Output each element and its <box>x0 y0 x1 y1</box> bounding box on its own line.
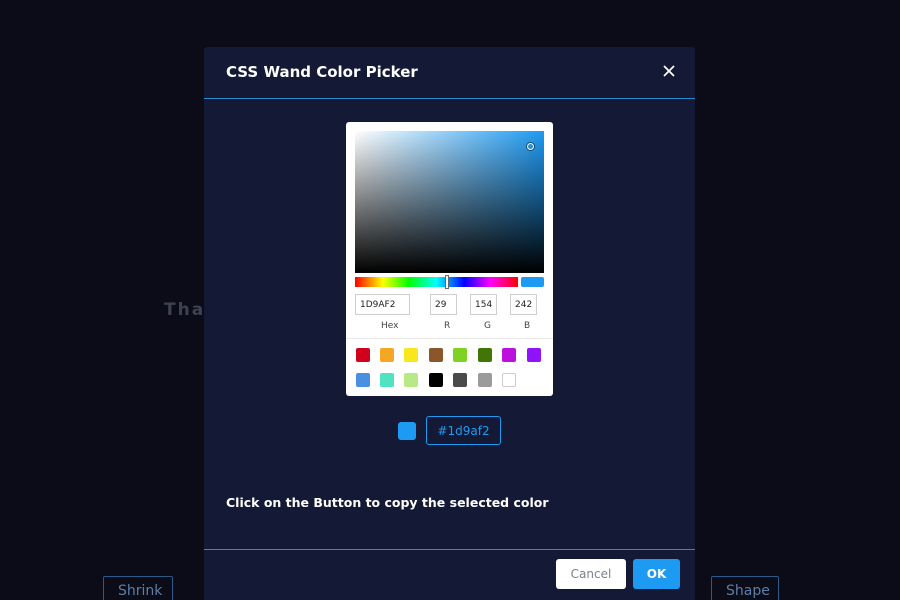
preset-swatch[interactable] <box>404 348 418 362</box>
cancel-button[interactable]: Cancel <box>556 559 626 589</box>
preset-swatch[interactable] <box>404 373 418 387</box>
modal-title: CSS Wand Color Picker <box>226 63 418 81</box>
red-input[interactable] <box>430 294 457 315</box>
preset-swatch[interactable] <box>478 348 492 362</box>
color-picker-modal: CSS Wand Color Picker Hex R G B <box>204 47 695 600</box>
hue-slider[interactable] <box>355 275 518 289</box>
ok-button[interactable]: OK <box>633 559 680 589</box>
preset-swatch[interactable] <box>527 348 541 362</box>
preset-swatch[interactable] <box>502 348 516 362</box>
red-label: R <box>444 321 451 331</box>
hue-slider-handle[interactable] <box>445 275 449 289</box>
shape-button: Shape <box>711 576 779 600</box>
preset-swatch[interactable] <box>502 373 516 387</box>
preset-swatch[interactable] <box>380 348 394 362</box>
modal-header: CSS Wand Color Picker <box>204 47 695 99</box>
footer-divider <box>204 549 695 550</box>
preset-swatch[interactable] <box>429 348 443 362</box>
preset-swatch[interactable] <box>453 348 467 362</box>
preset-swatch[interactable] <box>356 348 370 362</box>
color-preview-swatch <box>521 277 544 287</box>
hex-input[interactable] <box>355 294 410 315</box>
selected-color-swatch <box>398 422 416 440</box>
copy-color-button[interactable]: #1d9af2 <box>426 416 501 445</box>
blue-input[interactable] <box>510 294 537 315</box>
hex-label: Hex <box>381 321 399 331</box>
saturation-value-area[interactable] <box>355 131 544 273</box>
shrink-button: Shrink <box>103 576 173 600</box>
preset-swatch[interactable] <box>478 373 492 387</box>
saturation-handle[interactable] <box>527 143 534 150</box>
preset-swatch[interactable] <box>429 373 443 387</box>
preset-swatch[interactable] <box>380 373 394 387</box>
preset-swatch[interactable] <box>453 373 467 387</box>
instruction-text: Click on the Button to copy the selected… <box>226 495 549 510</box>
close-icon[interactable] <box>660 62 678 80</box>
blue-label: B <box>524 321 531 331</box>
green-label: G <box>484 321 491 331</box>
preset-swatch[interactable] <box>356 373 370 387</box>
green-input[interactable] <box>470 294 497 315</box>
color-picker-panel: Hex R G B <box>346 122 553 396</box>
picker-divider <box>346 338 553 339</box>
